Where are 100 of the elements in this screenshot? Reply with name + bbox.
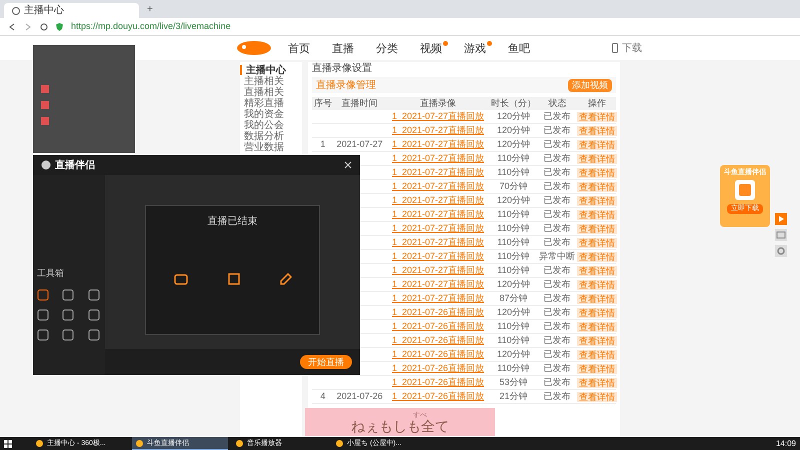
table-cell: 1 xyxy=(320,140,326,149)
recording-link[interactable]: 1_2021-07-26直播回放 xyxy=(392,378,484,387)
recording-link[interactable]: 1_2021-07-26直播回放 xyxy=(392,322,484,331)
tool-icon[interactable] xyxy=(88,308,100,320)
table-cell: 已发布 xyxy=(544,182,571,191)
accent-bar xyxy=(240,65,242,75)
details-button[interactable]: 查看详情 xyxy=(576,378,617,388)
details-button[interactable]: 查看详情 xyxy=(576,196,617,206)
recording-link[interactable]: 1_2021-07-27直播回放 xyxy=(392,196,484,205)
back-icon[interactable] xyxy=(8,22,16,30)
table-cell: 70分钟 xyxy=(499,182,528,191)
recording-link[interactable]: 1_2021-07-27直播回放 xyxy=(392,238,484,247)
tool-icon[interactable] xyxy=(62,328,74,340)
recording-link[interactable]: 1_2021-07-27直播回放 xyxy=(392,126,484,135)
table-cell: 异常中断 xyxy=(539,252,576,261)
play-icon[interactable] xyxy=(775,213,787,225)
recording-link[interactable]: 1_2021-07-27直播回放 xyxy=(392,140,484,149)
recording-link[interactable]: 1_2021-07-26直播回放 xyxy=(392,364,484,373)
recording-link[interactable]: 1_2021-07-26直播回放 xyxy=(392,308,484,317)
details-button[interactable]: 查看详情 xyxy=(576,210,617,220)
table-cell: 110分钟 xyxy=(497,364,530,373)
nav-link[interactable]: 分类 xyxy=(376,41,404,55)
page-title: 直播录像设置 xyxy=(312,64,373,76)
details-button[interactable]: 查看详情 xyxy=(576,238,617,248)
recording-link[interactable]: 1_2021-07-27直播回放 xyxy=(392,182,484,191)
tool-icon[interactable] xyxy=(62,308,74,320)
windows-icon[interactable] xyxy=(4,440,12,448)
table-cell: 已发布 xyxy=(544,196,571,205)
details-button[interactable]: 查看详情 xyxy=(576,140,617,150)
tool-icon[interactable] xyxy=(62,288,74,300)
recording-link[interactable]: 1_2021-07-26直播回放 xyxy=(392,350,484,359)
table-cell: 已发布 xyxy=(544,350,571,359)
tool-icon[interactable] xyxy=(37,288,49,300)
details-button[interactable]: 查看详情 xyxy=(576,322,617,332)
url-field[interactable]: https://mp.douyu.com/live/3/livemachine xyxy=(71,22,231,31)
details-button[interactable]: 查看详情 xyxy=(576,252,617,262)
recording-link[interactable]: 1_2021-07-27直播回放 xyxy=(392,112,484,121)
table-cell: 已发布 xyxy=(544,308,571,317)
app-logo-icon xyxy=(735,180,755,200)
table-cell: 已发布 xyxy=(544,238,571,247)
sidebar-item[interactable]: 我的公会 xyxy=(240,120,302,131)
details-button[interactable]: 查看详情 xyxy=(576,266,617,276)
new-tab-button[interactable]: + xyxy=(139,5,161,18)
sidebar-item[interactable]: 直播相关 xyxy=(240,87,302,98)
table-cell: 2021-07-27 xyxy=(336,140,383,149)
table-cell: 已发布 xyxy=(544,378,571,387)
tv-icon[interactable] xyxy=(775,229,787,241)
details-button[interactable]: 查看详情 xyxy=(576,364,617,374)
details-button[interactable]: 查看详情 xyxy=(576,112,617,122)
nav-link[interactable]: 鱼吧 xyxy=(508,41,536,55)
nav-link[interactable]: 直播 xyxy=(332,41,360,55)
browser-tab[interactable]: 主播中心 xyxy=(4,3,139,18)
details-button[interactable]: 查看详情 xyxy=(576,294,617,304)
app-icon xyxy=(36,440,43,447)
table-cell: 120分钟 xyxy=(496,126,530,135)
sidebar-item[interactable]: 我的资金 xyxy=(240,109,302,120)
reload-icon[interactable] xyxy=(40,22,48,30)
details-button[interactable]: 查看详情 xyxy=(576,392,617,402)
details-button[interactable]: 查看详情 xyxy=(576,154,617,164)
details-button[interactable]: 查看详情 xyxy=(576,350,617,360)
nav-link[interactable]: 游戏 xyxy=(464,41,492,55)
table-cell: 120分钟 xyxy=(496,308,530,317)
sidebar-item[interactable]: 精彩直播 xyxy=(240,98,302,109)
recording-link[interactable]: 1_2021-07-27直播回放 xyxy=(392,280,484,289)
details-button[interactable]: 查看详情 xyxy=(576,224,617,234)
tab-title: 主播中心 xyxy=(24,6,64,16)
recording-link[interactable]: 1_2021-07-27直播回放 xyxy=(392,252,484,261)
nav-link[interactable]: 视频 xyxy=(420,41,448,55)
sidebar-item[interactable]: 数据分析 xyxy=(240,131,302,142)
table-cell: 110分钟 xyxy=(497,252,530,261)
details-button[interactable]: 查看详情 xyxy=(576,182,617,192)
table-cell: 已发布 xyxy=(544,294,571,303)
recording-link[interactable]: 1_2021-07-27直播回放 xyxy=(392,168,484,177)
recording-link[interactable]: 1_2021-07-27直播回放 xyxy=(392,224,484,233)
recording-link[interactable]: 1_2021-07-26直播回放 xyxy=(392,336,484,345)
details-button[interactable]: 查看详情 xyxy=(576,126,617,136)
recording-link[interactable]: 1_2021-07-27直播回放 xyxy=(392,266,484,275)
download-link[interactable]: 下载 xyxy=(622,40,642,56)
tool-icon[interactable] xyxy=(88,328,100,340)
table-cell: 120分钟 xyxy=(496,196,530,205)
sidebar-item[interactable]: 主播相关 xyxy=(240,76,302,87)
add-video-button[interactable]: 添加视频 xyxy=(568,78,612,92)
details-button[interactable]: 查看详情 xyxy=(576,168,617,178)
nav-link[interactable]: 首页 xyxy=(288,41,316,55)
tool-icon[interactable] xyxy=(37,328,49,340)
table-cell: 120分钟 xyxy=(496,280,530,289)
recording-link[interactable]: 1_2021-07-27直播回放 xyxy=(392,210,484,219)
start-live-button[interactable]: 开始直播 xyxy=(300,355,352,369)
tool-icon[interactable] xyxy=(88,288,100,300)
recording-link[interactable]: 1_2021-07-26直播回放 xyxy=(392,392,484,401)
tool-icon[interactable] xyxy=(37,308,49,320)
close-icon[interactable] xyxy=(344,161,352,169)
table-cell: 已发布 xyxy=(544,364,571,373)
column-header: 状态 xyxy=(547,99,568,108)
sidebar-item[interactable]: 营业数据 xyxy=(240,142,302,153)
recording-link[interactable]: 1_2021-07-27直播回放 xyxy=(392,154,484,163)
details-button[interactable]: 查看详情 xyxy=(576,280,617,290)
recording-link[interactable]: 1_2021-07-27直播回放 xyxy=(392,294,484,303)
details-button[interactable]: 查看详情 xyxy=(576,308,617,318)
details-button[interactable]: 查看详情 xyxy=(576,336,617,346)
